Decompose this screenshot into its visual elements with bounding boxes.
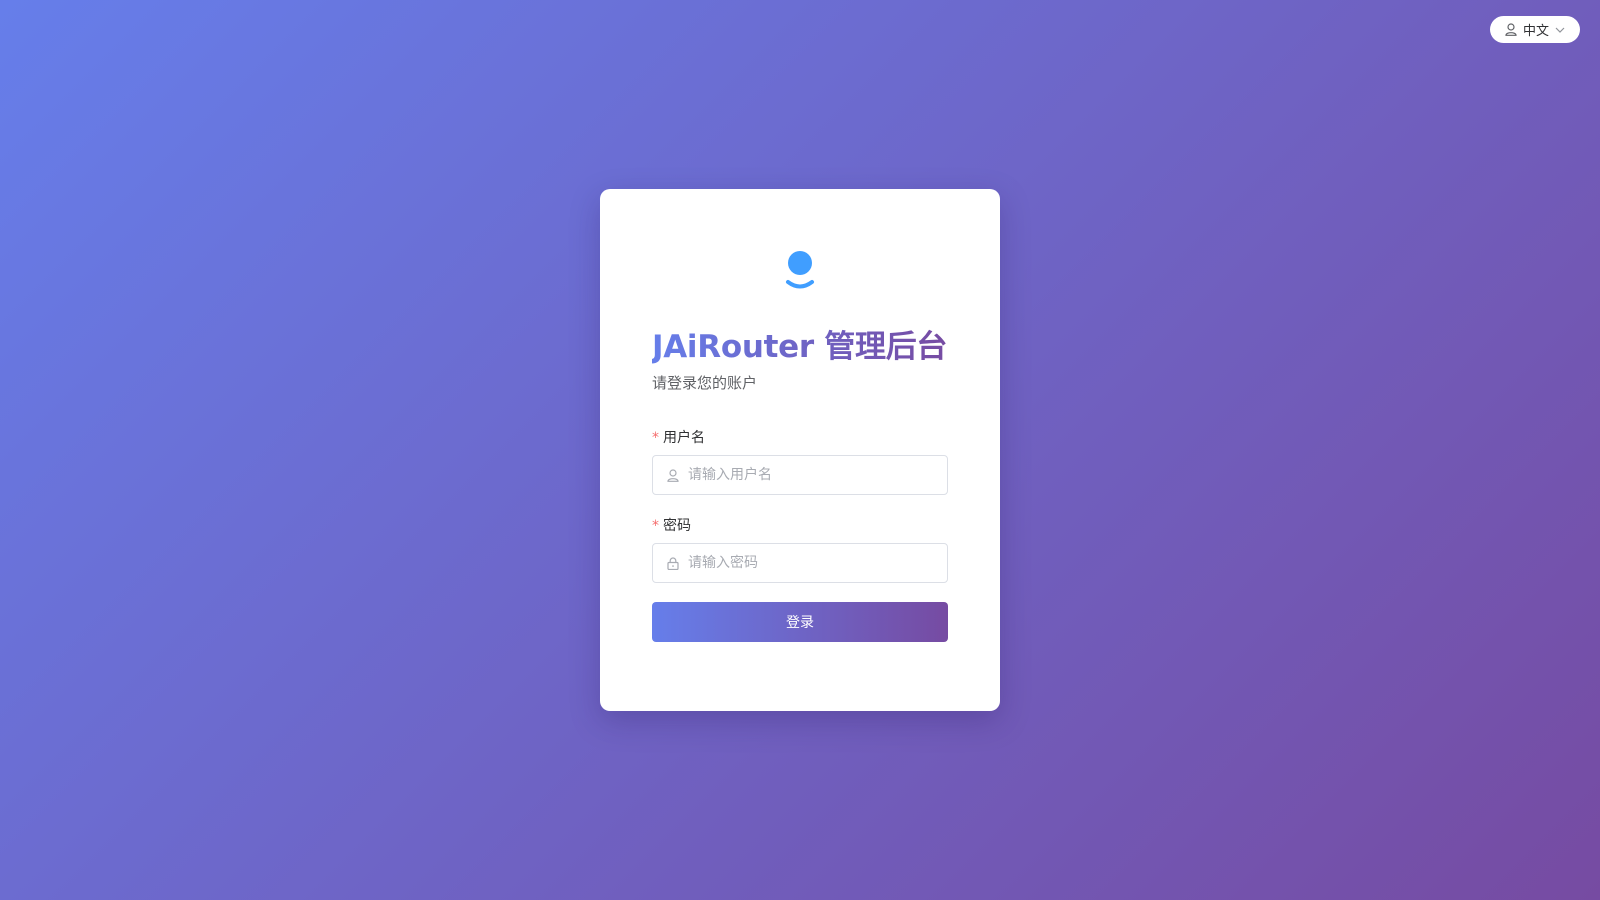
page-title: JAiRouter 管理后台 [652,321,947,366]
page-subtitle: 请登录您的账户 [652,374,758,392]
username-label: * 用户名 [652,427,705,447]
password-label-text: 密码 [663,518,691,534]
login-card: JAiRouter 管理后台 请登录您的账户 *用户名 *密码 登录 [600,189,1000,711]
user-icon [1505,23,1517,36]
user-icon [667,468,679,482]
chevron-down-icon [1555,27,1565,33]
username-field[interactable] [652,455,948,495]
required-mark: * [652,430,659,446]
password-label: * 密码 [652,515,691,535]
lock-icon [667,556,679,570]
user-logo-icon [786,251,814,289]
username-label-text: 用户名 [663,430,705,446]
password-input[interactable] [688,544,947,582]
required-mark: * [652,518,659,534]
login-button[interactable]: 登录 [652,602,948,642]
language-label: 中文 [1522,24,1549,39]
username-input[interactable] [688,456,947,494]
password-field[interactable] [652,543,948,583]
language-switcher[interactable]: 中文 [1490,16,1580,43]
